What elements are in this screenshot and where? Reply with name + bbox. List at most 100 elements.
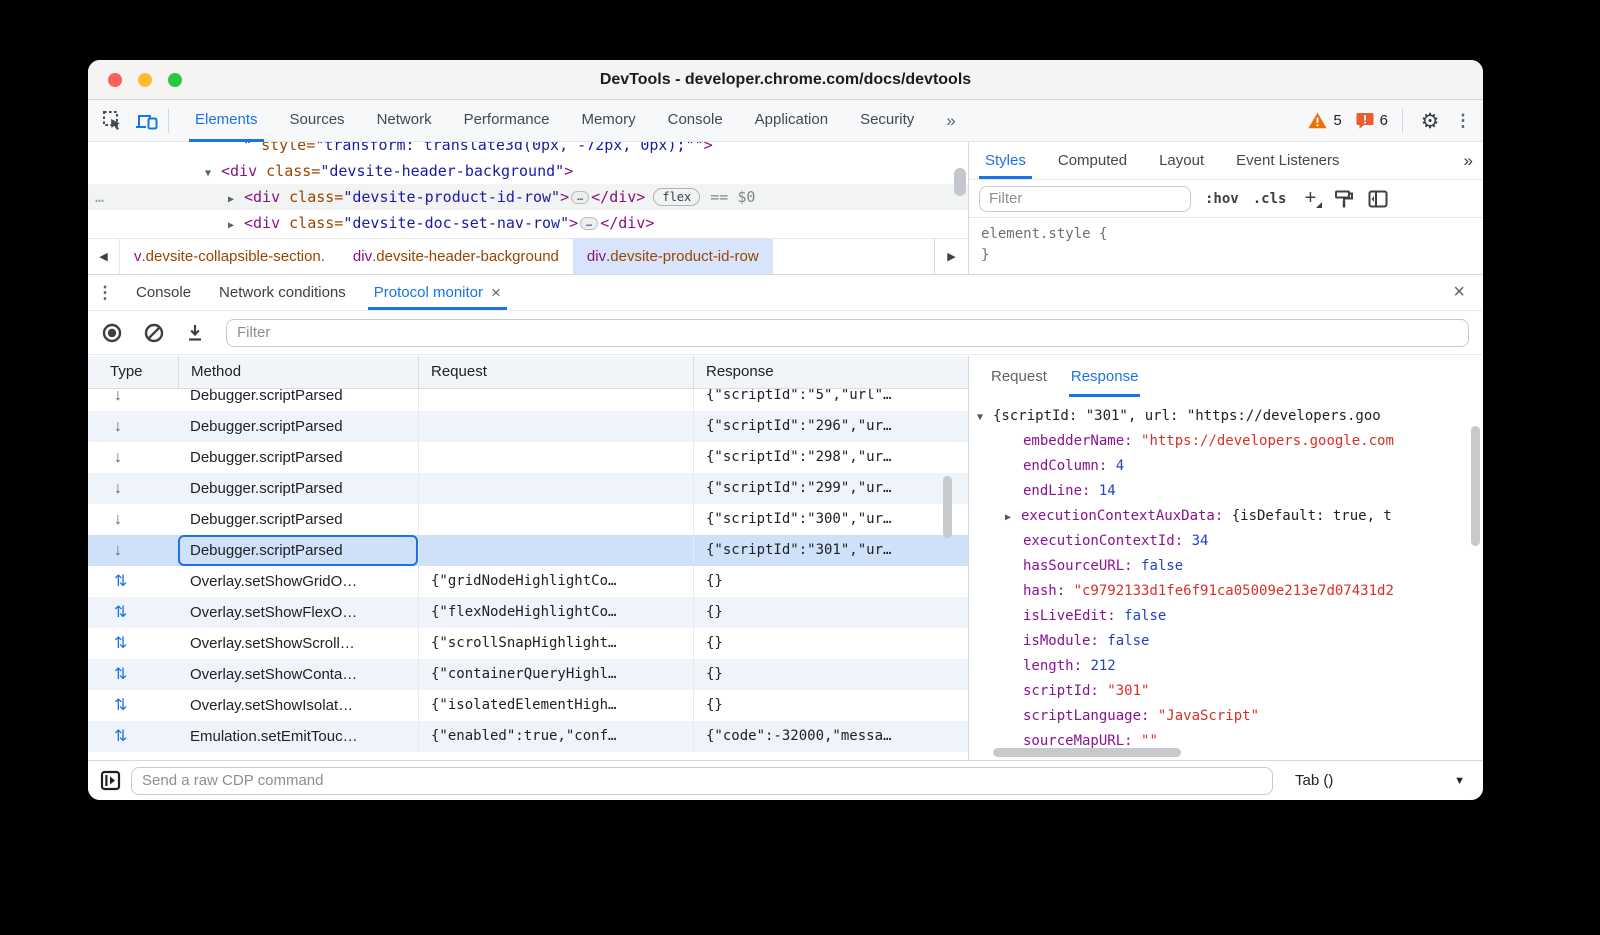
json-line: embedderName: "https://developers.google… (969, 429, 1483, 454)
cell-method[interactable]: Overlay.setShowFlexO… (178, 597, 418, 628)
detail-horizontal-scrollbar-thumb[interactable] (993, 748, 1181, 757)
inspect-element-icon[interactable] (96, 106, 130, 136)
device-toolbar-icon[interactable] (130, 106, 164, 136)
new-style-rule-button[interactable]: + (1300, 187, 1320, 210)
json-value: "JavaScript" (1158, 708, 1259, 724)
table-row[interactable]: ⇅Overlay.setShowIsolat…{"isolatedElement… (88, 690, 968, 721)
styles-filter-input[interactable] (979, 186, 1191, 212)
breadcrumb-right-arrow[interactable]: ▶ (934, 239, 968, 274)
toggle-element-state-button[interactable]: :hov (1205, 191, 1239, 207)
styles-more-tabs-button[interactable]: » (1464, 151, 1483, 171)
tab-performance[interactable]: Performance (448, 100, 566, 142)
warnings-badge[interactable]: 5 (1304, 112, 1345, 129)
tab-memory[interactable]: Memory (565, 100, 651, 142)
detail-tab-response[interactable]: Response (1059, 357, 1151, 397)
tab-security[interactable]: Security (844, 100, 930, 142)
column-header-method[interactable]: Method (178, 356, 418, 389)
cell-method[interactable]: Overlay.setShowIsolat… (178, 690, 418, 721)
tab-elements[interactable]: Elements (179, 100, 274, 142)
drawer-tab-console[interactable]: Console (122, 276, 205, 310)
drawer-tab-protocol-monitor[interactable]: Protocol monitor× (360, 276, 515, 310)
table-row[interactable]: ⇅Overlay.setShowGridO…{"gridNodeHighligh… (88, 566, 968, 597)
tab-console[interactable]: Console (652, 100, 739, 142)
dom-node-doc-set-nav-row[interactable]: ▶<div class="devsite-doc-set-nav-row">…<… (88, 210, 968, 236)
cell-method[interactable]: Debugger.scriptParsed (178, 442, 418, 473)
more-panels-button[interactable]: » (930, 101, 969, 141)
save-button[interactable] (186, 323, 204, 343)
elements-scrollbar-thumb[interactable] (954, 168, 966, 196)
column-header-type[interactable]: Type (88, 356, 178, 389)
dom-node-header-background[interactable]: ▼<div class="devsite-header-background"> (88, 158, 968, 184)
column-header-response[interactable]: Response (693, 356, 968, 389)
kebab-menu-icon[interactable]: ⋮ (1453, 106, 1473, 136)
table-row[interactable]: ⇅Overlay.setShowConta…{"containerQueryHi… (88, 659, 968, 690)
drawer-close-icon[interactable]: × (1453, 281, 1483, 304)
element-style-rule[interactable]: element.style { } (969, 218, 1483, 266)
attr-name: class= (289, 214, 343, 232)
cell-method[interactable]: Overlay.setShowGridO… (178, 566, 418, 597)
protocol-filter-input[interactable] (226, 319, 1469, 347)
table-row[interactable]: ↓Debugger.scriptParsed{"scriptId":"296",… (88, 411, 968, 442)
expand-editor-icon[interactable] (100, 770, 121, 791)
breadcrumb-left-arrow[interactable]: ◀ (88, 239, 120, 274)
styles-tab-styles[interactable]: Styles (969, 143, 1042, 179)
json-line: hash: "c9792133d1fe6f91ca05009e213e7d074… (969, 579, 1483, 604)
cell-method[interactable]: Debugger.scriptParsed (178, 411, 418, 442)
expand-arrow-icon[interactable]: ▶ (1005, 505, 1021, 530)
styles-tab-layout[interactable]: Layout (1143, 143, 1220, 179)
breadcrumb-div-devsite-product-id-row[interactable]: div.devsite-product-id-row (573, 239, 773, 274)
tab-network[interactable]: Network (361, 100, 448, 142)
cell-method[interactable]: Emulation.setEmitTouc… (178, 721, 418, 752)
clear-button[interactable] (144, 323, 164, 343)
inline-expand-button[interactable]: … (571, 191, 589, 204)
cdp-command-input[interactable] (131, 767, 1273, 795)
table-row[interactable]: ⇅Emulation.setEmitTouc…{"enabled":true,"… (88, 721, 968, 752)
tab-sources[interactable]: Sources (274, 100, 361, 142)
element-classes-button[interactable]: .cls (1253, 191, 1287, 207)
table-row[interactable]: ↓Debugger.scriptParsed{"scriptId":"299",… (88, 473, 968, 504)
cell-method[interactable]: Overlay.setShowConta… (178, 659, 418, 690)
detail-tab-request[interactable]: Request (979, 357, 1059, 397)
sidebar-position-icon[interactable] (1368, 190, 1388, 208)
json-line[interactable]: ▶executionContextAuxData: {isDefault: tr… (969, 504, 1483, 529)
drawer-tab-network-conditions[interactable]: Network conditions (205, 276, 360, 310)
breadcrumb-v-devsite-collapsible-section[interactable]: v.devsite-collapsible-section. (120, 239, 339, 274)
collapse-arrow-icon[interactable]: ▼ (977, 405, 993, 430)
dom-node-product-id-row[interactable]: … ▶<div class="devsite-product-id-row">…… (88, 184, 968, 210)
styles-tab-computed[interactable]: Computed (1042, 143, 1143, 179)
cell-method[interactable]: Debugger.scriptParsed (178, 473, 418, 504)
table-row[interactable]: ↓Debugger.scriptParsed{"scriptId":"301",… (88, 535, 968, 566)
cell-request: {"enabled":true,"conf… (418, 721, 693, 752)
node-menu-dots[interactable]: … (95, 184, 105, 210)
table-row[interactable]: ↓Debugger.scriptParsed{"scriptId":"298",… (88, 442, 968, 473)
sent-received-arrows-icon: ⇅ (114, 666, 127, 683)
flex-badge[interactable]: flex (653, 188, 700, 206)
expand-arrow-icon[interactable]: ▶ (228, 213, 244, 238)
record-button[interactable] (102, 323, 122, 343)
table-scrollbar-thumb[interactable] (943, 476, 952, 538)
tab-close-icon[interactable]: × (491, 276, 501, 310)
table-row[interactable]: ⇅Overlay.setShowScroll…{"scrollSnapHighl… (88, 628, 968, 659)
table-row[interactable]: ↓Debugger.scriptParsed{"scriptId":"300",… (88, 504, 968, 535)
cell-method[interactable]: Debugger.scriptParsed (178, 389, 418, 411)
target-selector[interactable]: Tab () ▼ (1295, 772, 1465, 789)
tab-application[interactable]: Application (739, 100, 844, 142)
cell-method[interactable]: Debugger.scriptParsed (178, 504, 418, 535)
cell-method[interactable]: Debugger.scriptParsed (178, 535, 418, 566)
issues-badge[interactable]: 6 (1352, 112, 1392, 129)
cell-type: ↓ (88, 442, 178, 473)
breadcrumb-div-devsite-header-background[interactable]: div.devsite-header-background (339, 239, 573, 274)
column-header-request[interactable]: Request (418, 356, 693, 389)
cell-request: {"gridNodeHighlightCo… (418, 566, 693, 597)
detail-vertical-scrollbar-thumb[interactable] (1471, 426, 1480, 546)
styles-tab-event-listeners[interactable]: Event Listeners (1220, 143, 1355, 179)
cell-method[interactable]: Overlay.setShowScroll… (178, 628, 418, 659)
table-row[interactable]: ↓Debugger.scriptParsed{"scriptId":"5","u… (88, 389, 968, 411)
drawer-kebab-menu-icon[interactable]: ⋮ (88, 283, 122, 303)
json-line[interactable]: ▼{scriptId: "301", url: "https://develop… (969, 404, 1483, 429)
dom-node-clipped[interactable]: " style="transform: translate3d(0px, -72… (88, 142, 968, 158)
settings-gear-icon[interactable]: ⚙ (1413, 106, 1447, 136)
inline-expand-button[interactable]: … (580, 217, 598, 230)
paint-roller-icon[interactable] (1334, 189, 1354, 209)
table-row[interactable]: ⇅Overlay.setShowFlexO…{"flexNodeHighligh… (88, 597, 968, 628)
